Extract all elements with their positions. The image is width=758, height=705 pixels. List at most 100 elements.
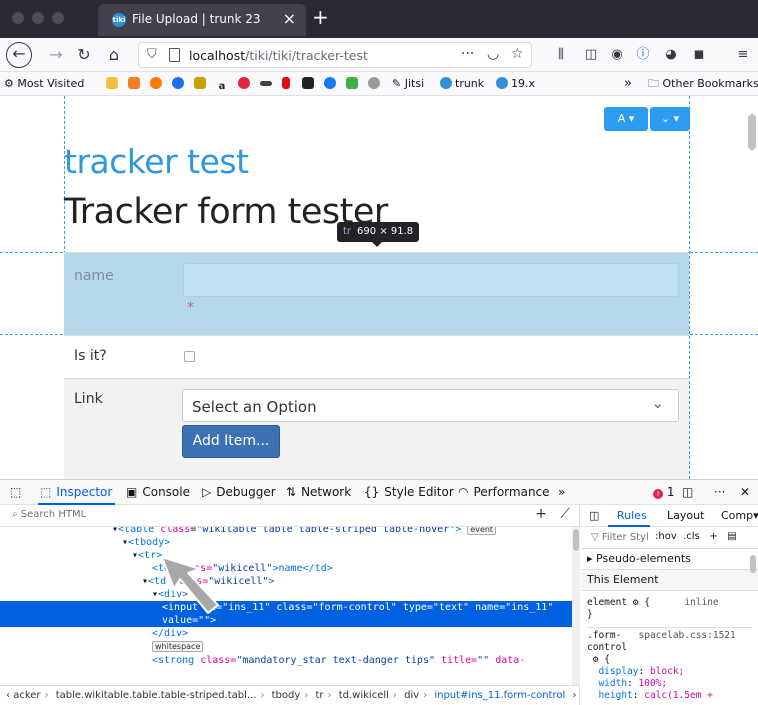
bookmark-star-icon[interactable]: ☆ [511,46,524,62]
extension-icon[interactable]: ◉ [608,46,626,64]
tab-performance[interactable]: ◠ Performance [458,485,550,499]
form-control-rule[interactable]: .form- spacelab.css:1521 control ⚙ { dis… [587,627,752,702]
search-html-input[interactable]: ⌕ Search HTML [12,509,86,520]
tab-console[interactable]: ▣ Console [126,485,190,499]
property-value[interactable]: block; [650,666,684,677]
tree-node-td-input[interactable]: ▾<td class="wikicell"> [0,575,572,588]
bookmark-amazon[interactable]: a [216,76,231,93]
breadcrumb-item[interactable]: td.wikicell [339,690,389,701]
add-item-button[interactable]: Add Item... [182,425,280,458]
bookmark-settings[interactable] [368,76,383,92]
bookmark-heart[interactable] [238,76,253,92]
bookmark-book[interactable] [302,76,317,92]
bookmark-sun[interactable] [150,76,165,92]
property-name[interactable]: width [598,678,627,689]
dock-icon[interactable]: ◫ [682,485,693,499]
site-title[interactable]: tracker test [64,142,249,181]
more-options-icon[interactable]: ··· [714,485,725,499]
element-picker-icon[interactable]: ⬚ [10,485,21,499]
library-icon[interactable]: ⫼ [552,46,570,64]
close-devtools-icon[interactable]: ✕ [740,485,750,499]
breadcrumb-item-current[interactable]: input#ins_11.form-control [434,690,565,701]
close-tab-icon[interactable]: × [283,9,296,28]
bookmark-netflix[interactable] [282,76,293,92]
tree-node-table[interactable]: ▾<table class="wikitable table table-str… [0,527,572,536]
reload-icon[interactable]: ↻ [72,44,96,66]
cls-toggle[interactable]: .cls [683,531,700,542]
toggle-sidebar-icon[interactable]: ◫ [589,509,599,522]
bookmark-briefcase[interactable] [194,76,209,92]
rule-source[interactable]: spacelab.css:1521 [639,630,736,641]
markup-scrollbar[interactable] [572,527,580,685]
pseudo-elements-toggle[interactable]: ▸ Pseudo-elements [581,549,758,570]
bookmark-minus[interactable] [172,76,187,92]
extension-blue-icon[interactable]: ⓘ [634,46,652,64]
minimize-window-button[interactable] [32,12,44,24]
bookmarks-overflow-chevron[interactable]: » [624,76,632,92]
breadcrumb-item[interactable]: table.wikitable.table.table-striped.tabl… [56,690,257,701]
property-value[interactable]: 100%; [639,678,668,689]
new-tab-icon[interactable]: + [312,5,329,29]
bookmark-bar[interactable] [260,76,275,92]
tracking-shield-icon[interactable]: ⛉ [147,47,157,62]
add-rule-icon[interactable]: + [709,531,717,542]
bookmark-stack[interactable] [128,76,143,92]
tab-debugger[interactable]: ▷ Debugger [202,485,276,499]
tab-computed[interactable]: Comp▾ [721,509,758,522]
link-select[interactable]: Select an Option ⌄ [182,389,679,422]
property-value[interactable]: calc(1.5em + [644,690,713,701]
tree-node-tbody[interactable]: ▾<tbody> [0,536,572,549]
name-input[interactable] [183,263,679,297]
bookmark-jitsi[interactable]: ✎ Jitsi [392,76,424,92]
breadcrumb-back-icon[interactable]: ‹ [0,690,13,701]
home-icon[interactable]: ⌂ [102,44,126,66]
bookmark-music[interactable] [346,76,361,92]
page-info-icon[interactable] [169,48,180,62]
print-media-icon[interactable]: ▤ [727,531,736,542]
tree-node-input-selected[interactable]: <input id="ins_11" class="form-control" … [0,601,572,627]
page-actions-icon[interactable]: ··· [461,46,474,62]
markup-scroll-thumb[interactable] [573,529,579,551]
tab-network[interactable]: ⇅ Network [286,485,351,499]
breadcrumb-forward-icon[interactable]: › [572,690,576,701]
hamburger-menu-icon[interactable]: ≡ [734,46,752,64]
rules-scrollbar[interactable] [750,555,756,573]
page-actions-button[interactable]: ⌄ ▾ [650,107,690,131]
close-window-button[interactable] [12,12,24,24]
tab-style-editor[interactable]: {} Style Editor [364,485,454,499]
property-name[interactable]: display [598,666,638,677]
pocket-icon[interactable]: ◡ [487,46,499,62]
element-rule[interactable]: element ⚙ { inline } [587,597,719,621]
rule-source[interactable]: inline [684,597,718,608]
property-name[interactable]: height [598,690,632,701]
sidebar-icon[interactable]: ◫ [582,46,600,64]
isit-checkbox[interactable] [184,351,195,362]
hov-toggle[interactable]: :hov [655,531,677,542]
bookmark-facebook[interactable] [324,76,339,92]
event-badge[interactable]: event [467,527,497,535]
breadcrumb-item[interactable]: acker [13,690,40,701]
forward-icon[interactable]: → [44,44,68,66]
tree-node-td-name[interactable]: <td class="wikicell">name</td> [0,562,572,575]
breadcrumb-item[interactable]: tr [315,690,323,701]
more-tabs-chevron-icon[interactable]: » [558,485,565,499]
browser-tab[interactable]: tiki File Upload | trunk 23 × [98,4,306,36]
extension-dark-icon[interactable]: ◼ [690,46,708,64]
error-counter[interactable]: ! 1 [653,485,674,499]
tree-node-div-close[interactable]: </div> [0,627,572,640]
bookmark-other[interactable]: 🗀 Other Bookmarks [648,76,758,92]
page-scrollbar[interactable] [748,114,756,150]
filter-styles-input[interactable]: ▽ Filter Styl [591,532,649,543]
tab-rules[interactable]: Rules [617,509,647,522]
url-bar[interactable]: ⛉ localhost/tiki/tiki/tracker-test ··· ◡… [138,42,532,68]
add-node-icon[interactable]: + ⟋ [535,506,570,522]
html-search-bar[interactable]: ⌕ Search HTML + ⟋ [0,505,580,527]
extension-mask-icon[interactable]: ◕ [662,46,680,64]
tab-layout[interactable]: Layout [667,509,704,522]
tree-node-div[interactable]: ▾<div> [0,588,572,601]
back-icon[interactable]: ← [6,42,32,68]
translate-button[interactable]: A ▾ [604,107,648,131]
gear-icon[interactable]: ⚙ [593,654,599,665]
maximize-window-button[interactable] [52,12,64,24]
breadcrumb-item[interactable]: div [404,690,419,701]
